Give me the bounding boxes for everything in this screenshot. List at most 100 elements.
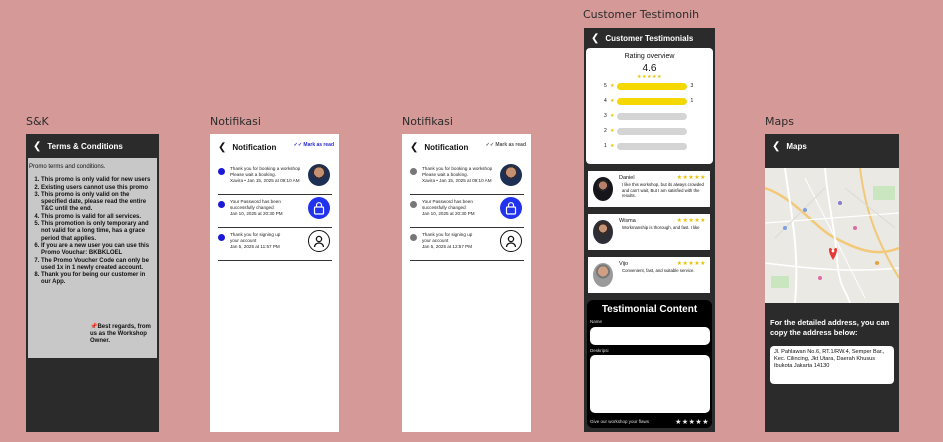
star-icon: ★ — [610, 128, 615, 134]
notification-title: Notification — [424, 142, 469, 152]
frame-label-sk: S&K — [26, 115, 49, 128]
maps-header: ❮ Maps — [765, 134, 899, 158]
lock-icon — [308, 197, 330, 219]
user-photo — [308, 164, 330, 186]
notification-item[interactable]: Thank you for signing up your account Ja… — [218, 228, 332, 261]
star-icon: ★ — [610, 113, 615, 119]
terms-item: This promo is only valid for new users — [41, 177, 155, 184]
notification-header: ❮ Notification ✓✓ Mark as read — [210, 134, 339, 160]
terms-body: Promo terms and conditions. This promo i… — [28, 158, 157, 358]
notification-screen-unread: ❮ Notification ✓✓ Mark as read Thank you… — [210, 134, 339, 432]
user-circle-icon — [500, 230, 522, 252]
address-box[interactable]: Jl. Pahlawan No.6, RT.1/RW.4, Semper Bar… — [770, 346, 894, 384]
terms-list: This promo is only valid for new users E… — [29, 177, 155, 286]
double-check-icon: ✓✓ — [485, 142, 495, 148]
rating-overview-title: Rating overview — [624, 53, 675, 60]
map-view[interactable] — [765, 168, 899, 303]
read-dot-icon — [410, 168, 417, 175]
terms-item: Thank you for being our customer in our … — [41, 272, 155, 287]
terms-item: This promo is only valid on the specifie… — [41, 192, 155, 214]
terms-regards: 📌Best regards, from us as the Workshop O… — [90, 324, 151, 344]
maps-info-text: For the detailed address, you can copy t… — [770, 318, 890, 337]
notification-time: Xavira • Jan 15, 2025 at 09:10 AM — [230, 178, 300, 183]
notification-text: Your Password has been successfully chan… — [230, 199, 306, 217]
back-arrow-icon[interactable]: ❮ — [33, 141, 41, 152]
notification-text: Thank you for booking a workshop Please … — [422, 166, 498, 184]
give-stars-label: Give our workshop your flaws — [590, 419, 650, 424]
testimonial-content-card: Testimonial Content Name Deskripsi Give … — [587, 300, 712, 428]
star-icon: ★ — [610, 98, 615, 104]
unread-dot-icon — [218, 168, 225, 175]
rating-bar-fill — [617, 97, 688, 105]
rating-count: 3 — [690, 83, 694, 89]
notification-text: Thank you for booking a workshop Please … — [230, 166, 306, 184]
review-text: Workmanship is thorough, and fast. I lik… — [622, 225, 700, 230]
notification-time: Jan 10, 2025 at 20:30 PM — [230, 211, 283, 216]
read-dot-icon — [410, 234, 417, 241]
reviewer-photo — [593, 263, 613, 287]
reviewer-name: Daniel — [619, 175, 635, 181]
terms-item: The Promo Voucher Code can only be used … — [41, 258, 155, 273]
testimonial-title: Customer Testimonials — [605, 33, 694, 43]
rating-row: 5 ★ 3 — [604, 82, 696, 90]
unread-dot-icon — [218, 201, 225, 208]
name-label: Name — [590, 319, 603, 324]
notification-time: Jan 5, 2025 at 11:57 PM — [230, 244, 280, 249]
user-circle-icon — [308, 230, 330, 252]
terms-intro: Promo terms and conditions. — [29, 164, 106, 170]
frame-label-notif1: Notifikasi — [210, 115, 261, 128]
rating-row: 1 ★ — [604, 142, 696, 150]
notification-text: Thank you for signing up your account Ja… — [422, 232, 498, 250]
frame-label-notif2: Notifikasi — [402, 115, 453, 128]
notification-item[interactable]: Thank you for booking a workshop Please … — [218, 162, 332, 195]
notification-item[interactable]: Thank you for signing up your account Ja… — [410, 228, 524, 261]
notification-screen-read: ❮ Notification ✓✓ Mark as read Thank you… — [402, 134, 531, 432]
notification-text: Your Password has been successfully chan… — [422, 199, 498, 217]
lock-icon — [500, 197, 522, 219]
rating-bar-fill — [617, 82, 688, 90]
notification-text: Thank you for signing up your account Ja… — [230, 232, 306, 250]
rating-row: 4 ★ 1 — [604, 97, 696, 105]
reviewer-photo — [593, 220, 613, 244]
rating-count: 1 — [690, 98, 694, 104]
review-card: Wisma ★★★★★ Workmanship is thorough, and… — [588, 214, 710, 250]
mark-as-read-button[interactable]: ✓✓ Mark as read — [294, 142, 334, 148]
rating-row: 3 ★ — [604, 112, 696, 120]
terms-screen: ❮ Terms & Conditions Promo terms and con… — [26, 134, 159, 432]
terms-item: This promo is valid for all services. — [41, 214, 155, 221]
read-dot-icon — [410, 201, 417, 208]
back-arrow-icon[interactable]: ❮ — [218, 142, 226, 153]
notification-title: Notification — [232, 142, 277, 152]
rating-bar — [617, 97, 688, 105]
user-photo — [500, 164, 522, 186]
maps-title: Maps — [786, 141, 807, 151]
back-arrow-icon[interactable]: ❮ — [410, 142, 418, 153]
terms-item: If you are a new user you can use this P… — [41, 243, 155, 258]
description-input[interactable] — [590, 355, 710, 413]
review-stars-icon: ★★★★★ — [676, 175, 706, 181]
description-label: Deskripsi — [590, 348, 609, 353]
review-card: Daniel ★★★★★ I like this workshop, but i… — [588, 171, 710, 207]
mark-as-read-button[interactable]: ✓✓ Mark as read — [486, 142, 526, 148]
notification-item[interactable]: Your Password has been successfully chan… — [218, 195, 332, 228]
review-card: Vijo ★★★★★ Convenient, fast, and suitabl… — [588, 257, 710, 293]
unread-dot-icon — [218, 234, 225, 241]
rating-stars-icon: ★★★★★ — [637, 74, 662, 80]
frame-label-testimonial: Customer Testimonih — [583, 8, 700, 21]
rate-stars-icon[interactable]: ★★★★★ — [675, 418, 709, 426]
reviewer-name: Wisma — [619, 218, 636, 224]
name-input[interactable] — [590, 327, 710, 345]
review-text: I like this workshop, but its always cro… — [622, 182, 704, 198]
back-arrow-icon[interactable]: ❮ — [772, 141, 780, 152]
notification-item[interactable]: Thank you for booking a workshop Please … — [410, 162, 524, 195]
terms-title: Terms & Conditions — [47, 141, 123, 151]
notification-time: Jan 5, 2025 at 12:57 PM — [422, 244, 473, 249]
notification-item[interactable]: Your Password has been successfully chan… — [410, 195, 524, 228]
testimonial-header: ❮ Customer Testimonials — [584, 28, 715, 48]
terms-item: This promotion is only temporary and not… — [41, 221, 155, 243]
review-stars-icon: ★★★★★ — [676, 218, 706, 224]
maps-screen: ❮ Maps For the detailed address, you can… — [765, 134, 899, 432]
rating-bar — [617, 112, 688, 120]
map-drawing — [765, 168, 899, 303]
back-arrow-icon[interactable]: ❮ — [591, 33, 599, 44]
